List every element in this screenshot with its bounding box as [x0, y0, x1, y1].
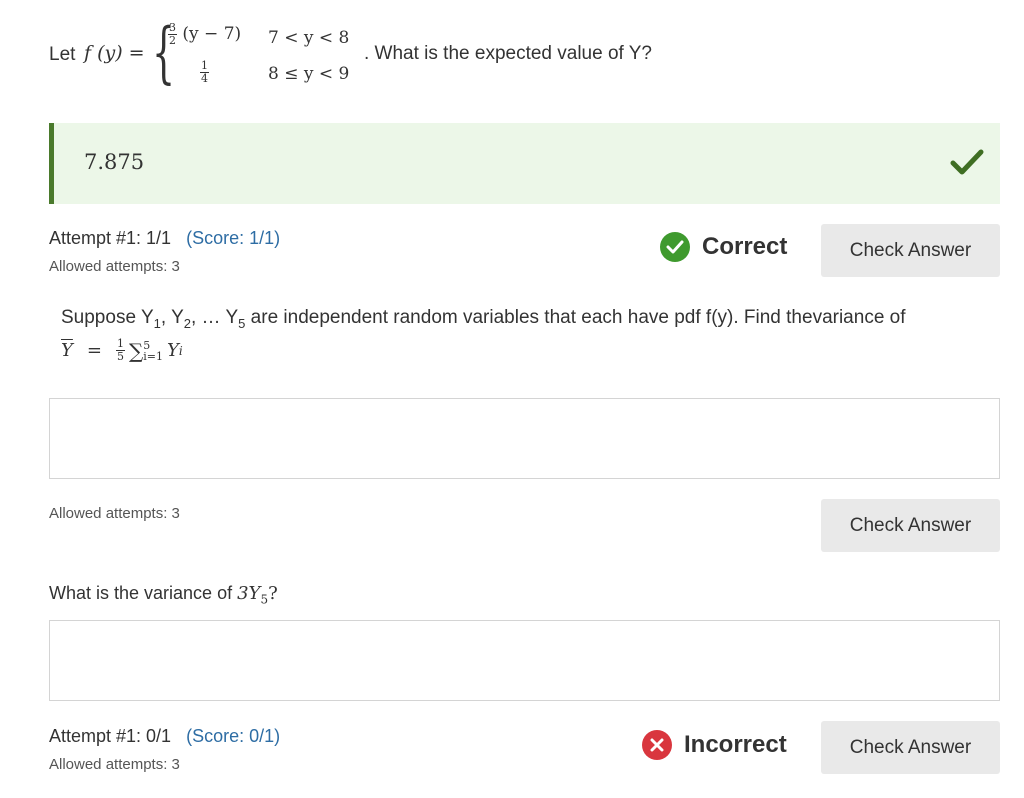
allowed-attempts-q2: Allowed attempts: 3 [49, 505, 180, 522]
answer2-input[interactable] [49, 398, 1000, 479]
question2-formula: Y = 15 ∑ 5 i=1 Yi [61, 337, 183, 363]
check-answer-button-q1[interactable]: Check Answer [821, 224, 1000, 277]
status-incorrect: Incorrect [642, 730, 787, 760]
answer1-input-correct[interactable] [49, 123, 1000, 204]
question1-function-label: f (y) = [84, 42, 145, 64]
check-circle-icon [660, 232, 690, 262]
allowed-attempts-q3: Allowed attempts: 3 [49, 756, 180, 773]
check-answer-button-q3[interactable]: Check Answer [821, 721, 1000, 774]
answer3-input[interactable] [49, 620, 1000, 701]
question1-let-label: Let [49, 44, 76, 65]
question3-text: What is the variance of 3Y5? [49, 583, 278, 607]
piecewise-case1-expression: 32 (y − 7) [168, 21, 242, 47]
attempt-info-q3: Attempt #1: 0/1 (Score: 0/1) [49, 726, 281, 746]
status-correct: Correct [660, 232, 787, 262]
attempt-info-q1: Attempt #1: 1/1 (Score: 1/1) [49, 228, 281, 248]
allowed-attempts-q1: Allowed attempts: 3 [49, 258, 180, 275]
check-answer-button-q2[interactable]: Check Answer [821, 499, 1000, 552]
piecewise-case1-condition: 7 < y < 8 [268, 28, 350, 48]
score-q3: (Score: 0/1) [186, 726, 281, 746]
question2-text: Suppose Y1, Y2, … Y5 are independent ran… [61, 307, 906, 331]
x-circle-icon [642, 730, 672, 760]
piecewise-case2-condition: 8 ≤ y < 9 [268, 64, 350, 84]
checkmark-icon [950, 149, 984, 175]
score-q1: (Score: 1/1) [186, 228, 281, 248]
piecewise-case2-expression: 14 [200, 59, 209, 85]
question1-text: . What is the expected value of Y? [364, 43, 652, 64]
answer1-value: 7.875 [84, 150, 145, 174]
